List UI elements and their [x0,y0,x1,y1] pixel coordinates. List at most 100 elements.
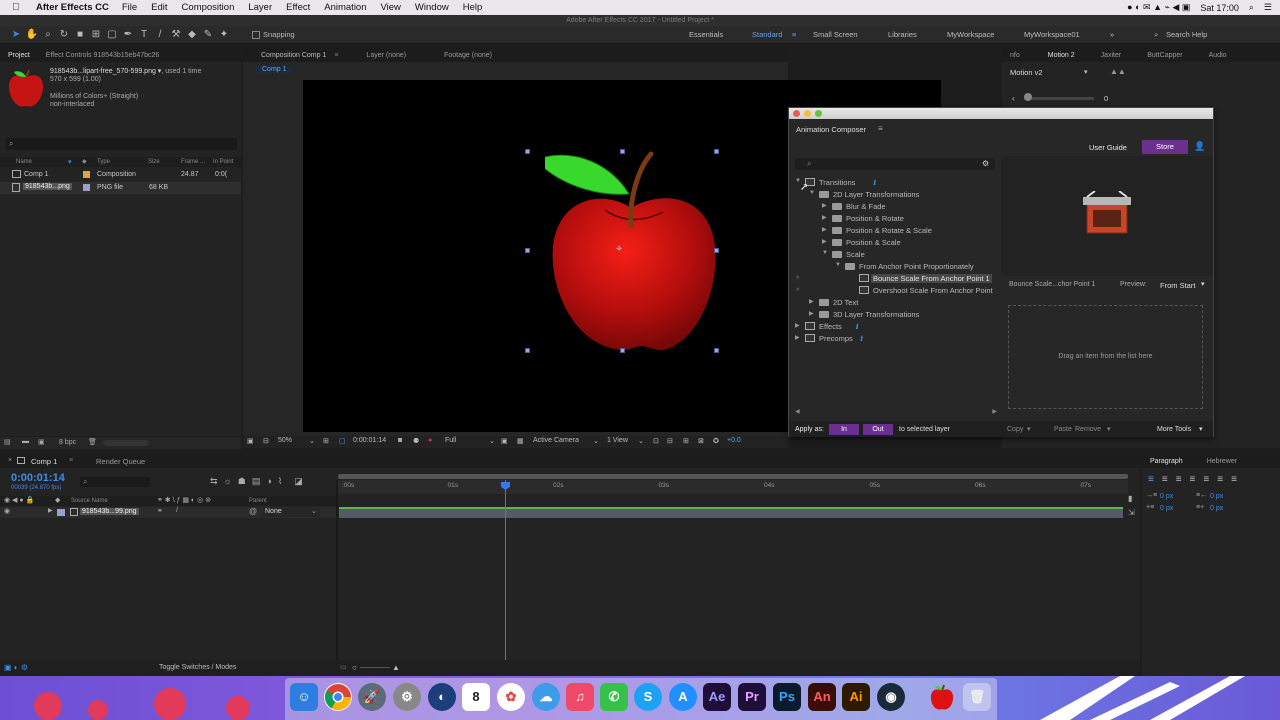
toggle-pixel-icon[interactable]: ⊡ [653,437,659,445]
justify-right-icon[interactable]: ≡ [1217,474,1223,485]
zoom-slider-thumb[interactable]: ○ [352,663,357,672]
magnification-select[interactable]: 50% [278,437,292,444]
always-preview-icon[interactable]: ▣ [247,437,254,445]
trash-icon[interactable]: 🗑 [963,683,991,711]
tab-buttcapper[interactable]: ButtCapper [1139,52,1190,59]
chevron-down-icon[interactable]: ▾ [1084,68,1088,76]
expand-arrow-icon[interactable]: ▶ [809,298,814,305]
notification-icon[interactable]: ☰ [1264,2,1272,13]
tab-jaxiter[interactable]: Jaxiter [1093,52,1130,59]
chevron-down-icon[interactable]: ▾ [1101,424,1117,435]
tree-item[interactable]: ▶ Blur & Fade [789,200,999,212]
tab-info[interactable]: nfo [1002,52,1028,59]
timeline-timecode[interactable]: 0:00:01:14 [11,472,65,484]
launchpad-icon[interactable]: 🚀 [358,683,386,711]
rectangle-tool-icon[interactable]: ▢ [104,28,120,42]
align-right-icon[interactable]: ≡ [1176,474,1182,485]
puppet-tool-icon[interactable]: ✦ [216,28,232,42]
workspace-standard[interactable]: Standard [752,26,782,44]
spotlight-icon[interactable]: ⌕ [1249,2,1254,13]
workspace-overflow-icon[interactable]: » [1110,26,1114,44]
tree-scrollbar[interactable]: ◀ ▶ [795,408,997,416]
zoom-out-icon[interactable]: ▭ [340,663,347,671]
col-name[interactable]: Name [16,159,32,165]
comp-breadcrumb[interactable]: Comp 1 [256,66,293,73]
interpret-footage-icon[interactable]: ▤ [4,438,11,446]
shy-icon[interactable]: ☗ [238,476,246,487]
indent-right-value[interactable]: 0 px [1210,493,1223,500]
brush-tool-icon[interactable]: / [152,28,168,42]
apple-image-icon[interactable] [928,683,956,711]
col-size[interactable]: Size [148,159,160,165]
photoshop-icon[interactable]: Ps [773,683,801,711]
align-left-icon[interactable]: ≡ [1148,474,1154,485]
tab-project[interactable]: Project [0,52,38,59]
more-tools-button[interactable]: More Tools [1151,424,1197,435]
layer-shy-icon[interactable]: ⚭ [157,507,163,515]
type-tool-icon[interactable]: T [136,28,152,42]
chevron-down-icon[interactable]: ⌄ [309,437,315,445]
col-type[interactable]: Type [97,159,110,165]
fast-preview-icon[interactable]: ⊟ [667,437,673,445]
comp-marker-bin-icon[interactable]: ▮ [1128,494,1132,503]
info-icon[interactable]: i [873,178,876,187]
tab-paragraph[interactable]: Paragraph [1142,458,1191,465]
menu-layer[interactable]: Layer [248,2,272,13]
mask-visibility-icon[interactable]: ▢ [339,437,346,445]
scroll-left-icon[interactable]: ◀ [795,408,800,415]
workspace-myworkspace[interactable]: MyWorkspace [947,26,994,44]
layer-switch-icons[interactable]: ⚭ ✱ \ ƒ ▦ ◐ ◎ ⊚ [157,496,211,504]
finder-icon[interactable]: ☺ [290,683,318,711]
apply-in-button[interactable]: In [829,424,859,435]
justify-center-icon[interactable]: ≡ [1203,474,1209,485]
workspace-small-screen[interactable]: Small Screen [813,26,858,44]
animate-icon[interactable]: An [808,683,836,711]
cinema4d-icon[interactable]: ◉ [877,683,905,711]
snapping-checkbox[interactable]: Snapping [252,30,295,39]
align-center-icon[interactable]: ≡ [1162,474,1168,485]
space-after-value[interactable]: 0 px [1210,505,1223,512]
work-area-bar[interactable] [338,474,1128,479]
tab-audio[interactable]: Audio [1201,52,1235,59]
transform-handle[interactable] [714,149,719,154]
playhead-line[interactable] [505,480,506,660]
layer-name[interactable]: 918543b...99.png [80,508,139,515]
illustrator-icon[interactable]: Ai [842,683,870,711]
menu-help[interactable]: Help [463,2,483,13]
tab-effect-controls[interactable]: Effect Controls 918543b15eb47bc26 [38,52,168,59]
menu-window[interactable]: Window [415,2,449,13]
status-icons[interactable]: ● ◐ ✉ ▲ ⌁ ◀ ▣ [1127,2,1190,13]
tree-item[interactable]: ▶ Position & Rotate [789,212,999,224]
close-tab-icon[interactable]: × [8,457,12,464]
workspace-menu-icon[interactable]: ≡ [792,26,796,44]
favorite-star-icon[interactable]: ★ [795,274,800,281]
tab-menu-icon[interactable]: ≡ [69,457,73,464]
tree-item[interactable]: ▼ Scale [789,248,999,260]
workspace-essentials[interactable]: Essentials [689,26,723,44]
tree-item[interactable]: ▼ 2D Layer Transformations [789,188,999,200]
tree-item[interactable]: ★ Overshoot Scale From Anchor Point [789,284,999,296]
region-of-interest-icon[interactable]: ▣ [501,437,508,445]
slider-value[interactable]: 0 [1104,94,1108,103]
chevron-down-icon[interactable]: ▾ [1021,424,1037,435]
chevron-left-icon[interactable]: ‹ [1012,94,1015,103]
expand-arrow-icon[interactable]: ▶ [795,322,800,329]
comp-button-icon[interactable]: ⇲ [1128,508,1135,517]
pen-tool-icon[interactable]: ✒ [120,28,136,42]
transform-handle[interactable] [620,348,625,353]
pick-whip-icon[interactable]: @ [249,507,257,516]
graph-icon[interactable]: ◪ [294,476,303,487]
layer-row[interactable]: ◉ ▶ 918543b...99.png ⚭ / @ None ⌄ [0,507,336,518]
minimize-window-icon[interactable] [804,110,811,117]
search-help[interactable]: Search Help [1166,26,1207,44]
project-row[interactable]: Comp 1 Composition 24.87 0:0( [0,169,241,181]
indent-left-value[interactable]: 0 px [1160,493,1173,500]
resolution-select[interactable]: Full [445,437,456,444]
workspace-libraries[interactable]: Libraries [888,26,917,44]
chevron-down-icon[interactable]: ⌄ [489,437,495,445]
new-folder-icon[interactable]: ▬ [22,438,29,445]
snapshot-icon[interactable]: ◙ [398,437,402,444]
col-source-name[interactable]: Source Name [71,498,108,504]
tree-item[interactable]: ▶ Position & Scale [789,236,999,248]
trash-icon[interactable]: 🗑 [88,438,97,446]
